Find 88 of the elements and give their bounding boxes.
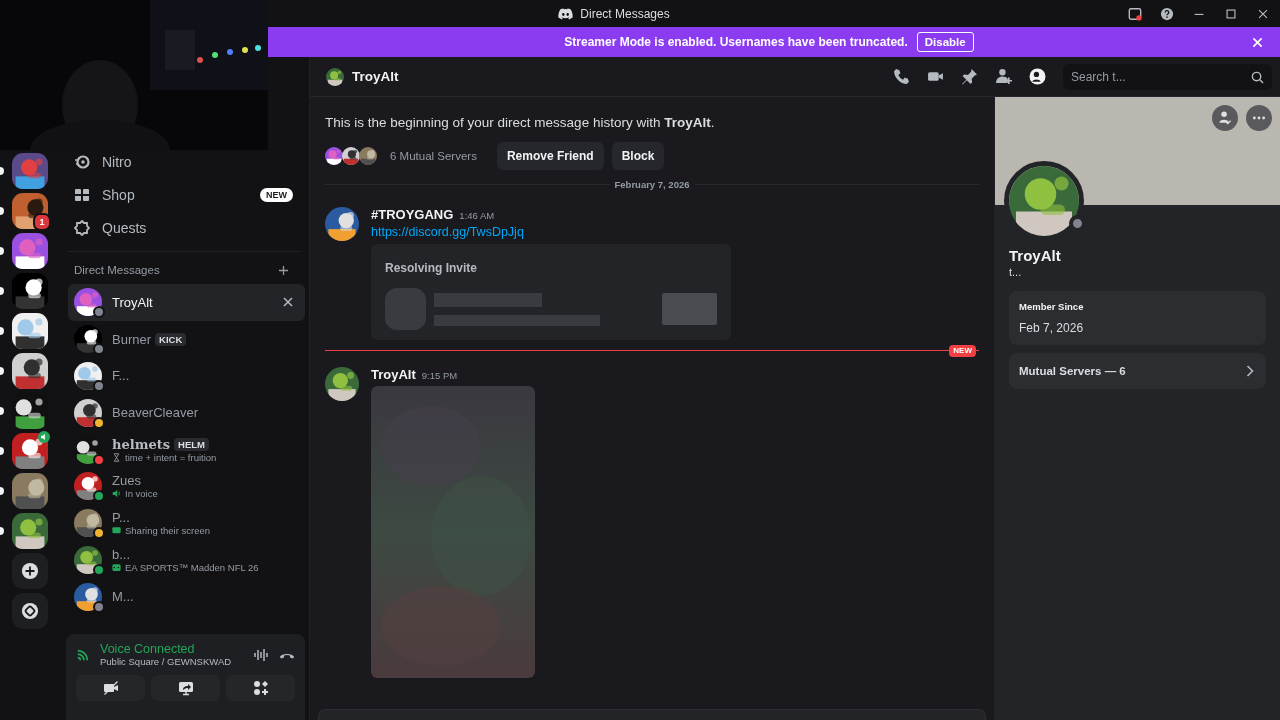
camera-off-button[interactable] <box>76 675 145 701</box>
activities-button[interactable] <box>226 675 295 701</box>
signal-icon <box>76 647 90 662</box>
username: Burner <box>112 331 152 347</box>
username: M... <box>112 589 134 605</box>
speaker-icon <box>112 489 121 499</box>
dm-item[interactable]: M... <box>68 578 305 616</box>
message-timestamp: 9:15 PM <box>421 370 458 381</box>
sound-wave-icon[interactable] <box>253 646 269 663</box>
intro-text: This is the beginning of your direct message history with TroyAlt. <box>325 115 716 130</box>
section-heading: Direct Messages <box>74 264 160 276</box>
username: Zues <box>112 473 141 489</box>
nitro-icon <box>74 154 90 170</box>
add-server-button[interactable] <box>12 553 48 589</box>
voice-channel-link[interactable]: Public Square / GEWNSKWAD <box>100 656 243 667</box>
plus-icon <box>21 562 39 580</box>
hourglass-icon <box>112 452 121 462</box>
message-timestamp: 1:46 AM <box>459 210 495 221</box>
share-screen-button[interactable] <box>151 675 220 701</box>
dm-item[interactable]: P... Sharing their screen <box>68 504 305 542</box>
dm-item[interactable]: Burner KICK <box>68 320 305 358</box>
server-tag: KICK <box>155 332 187 346</box>
server-tag: HELM <box>174 437 209 451</box>
dm-item[interactable]: F... <box>68 357 305 395</box>
voice-status: Voice Connected <box>100 642 196 656</box>
close-icon[interactable] <box>283 297 293 308</box>
inbox-icon[interactable] <box>1128 6 1142 21</box>
pin-icon[interactable] <box>961 68 978 85</box>
window-title: Direct Messages <box>580 6 670 21</box>
compass-icon <box>21 602 39 620</box>
discover-button[interactable] <box>12 593 48 629</box>
invite-link[interactable]: https://discord.gg/TwsDpJjq <box>371 225 524 239</box>
disable-button[interactable]: Disable <box>916 32 974 52</box>
message-author[interactable]: #TROYGANG <box>371 207 454 222</box>
notification-badge: 1 <box>33 213 51 231</box>
profile-name: TroyAlt <box>1009 247 1062 264</box>
controller-icon <box>112 562 121 572</box>
more-icon[interactable] <box>1246 105 1272 131</box>
shop-icon <box>74 187 90 203</box>
remove-friend-button[interactable]: Remove Friend <box>496 142 604 170</box>
mutual-servers-link[interactable]: 6 Mutual Servers <box>390 150 477 162</box>
username: helmets <box>112 436 170 452</box>
search-icon <box>1251 70 1264 84</box>
card-label: Member Since <box>1019 301 1085 312</box>
add-friend-icon[interactable] <box>995 68 1012 85</box>
activity-status: time + intent = fruition <box>125 451 217 463</box>
nav-item[interactable]: Shop NEW <box>60 184 305 206</box>
loading-placeholder <box>385 288 427 330</box>
friend-icon[interactable] <box>1212 105 1238 131</box>
dm-item[interactable]: b... EA SPORTS™ Madden NFL 26 <box>68 541 305 579</box>
username: TroyAlt <box>112 294 153 310</box>
nav-item[interactable]: Quests <box>60 217 305 239</box>
user-profile-icon[interactable] <box>1029 68 1046 85</box>
username: BeaverCleaver <box>112 405 198 421</box>
quests-icon <box>74 220 90 236</box>
banner-message: Streamer Mode is enabled. Usernames have been truncated. <box>564 35 908 49</box>
help-icon[interactable] <box>1160 6 1174 21</box>
username: P... <box>112 510 130 526</box>
activity-status: In voice <box>125 488 158 500</box>
mutual-servers-card[interactable]: Mutual Servers — 6 <box>1009 353 1266 389</box>
embed-title: Resolving Invite <box>385 261 478 275</box>
maximize-icon[interactable] <box>1224 6 1238 21</box>
channel-title: TroyAlt <box>352 69 399 84</box>
username: F... <box>112 368 130 384</box>
loading-placeholder <box>662 293 717 325</box>
screen-icon <box>112 526 121 536</box>
discord-logo-icon <box>558 7 574 20</box>
screen-share-icon <box>177 680 194 696</box>
dm-item[interactable]: BeaverCleaver <box>68 394 305 432</box>
message-author[interactable]: TroyAlt <box>371 367 416 382</box>
member-since-date: Feb 7, 2026 <box>1019 321 1085 335</box>
new-badge: NEW <box>260 188 293 202</box>
nav-item[interactable]: Nitro <box>60 151 305 173</box>
profile-username: t... <box>1009 266 1023 278</box>
activity-status: Sharing their screen <box>125 525 211 537</box>
username: b... <box>112 546 131 562</box>
search-field[interactable]: Search t... <box>1063 63 1272 90</box>
dm-item[interactable]: helmets HELM time + intent = fruition <box>68 431 305 468</box>
shapes-icon <box>252 680 269 696</box>
plus-icon[interactable] <box>278 264 289 276</box>
new-messages-badge: NEW <box>949 345 976 357</box>
camera-off-icon <box>102 680 119 696</box>
voice-call-icon[interactable] <box>893 68 910 85</box>
dm-item[interactable]: Zues In voice <box>68 468 305 505</box>
activity-status: EA SPORTS™ Madden NFL 26 <box>125 561 259 573</box>
chevron-right-icon <box>1246 365 1254 377</box>
dm-item[interactable]: TroyAlt <box>68 284 305 321</box>
block-button[interactable]: Block <box>611 142 665 170</box>
